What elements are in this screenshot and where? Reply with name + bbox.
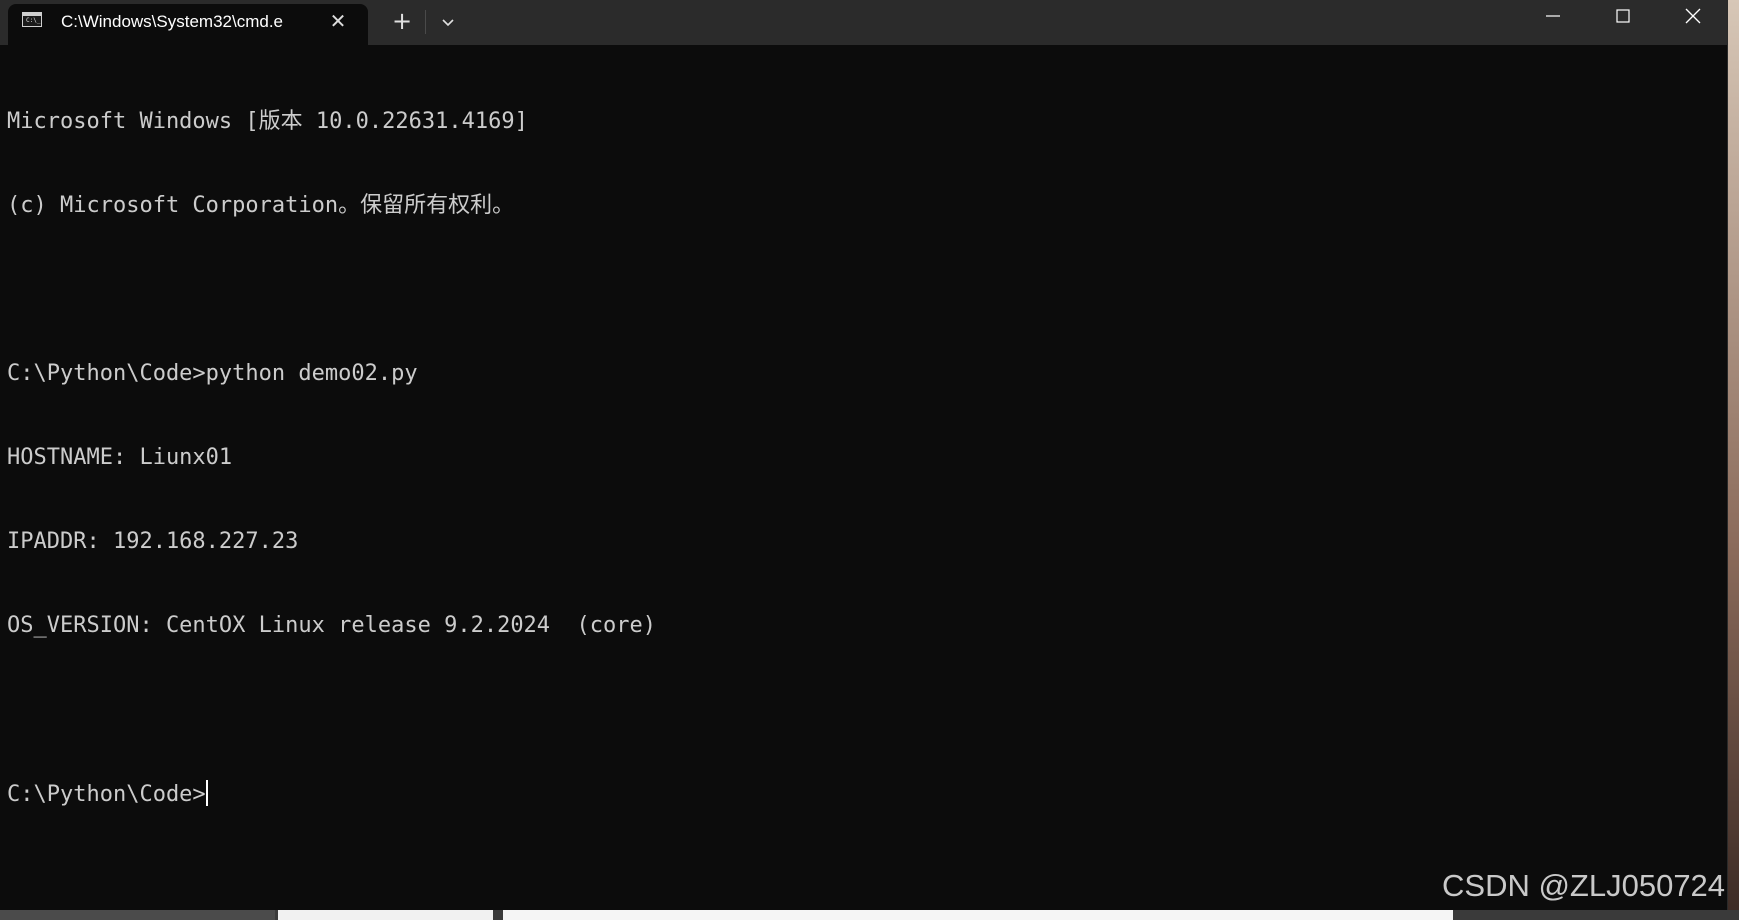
terminal-window: C:\_ C:\Windows\System32\cmd.e ✕ + Micro…: [0, 0, 1728, 910]
console-line: HOSTNAME: Liunx01: [7, 445, 233, 470]
title-bar[interactable]: C:\_ C:\Windows\System32\cmd.e ✕ +: [0, 0, 1727, 45]
close-tab-button[interactable]: ✕: [326, 9, 350, 33]
chevron-down-icon: [442, 19, 454, 27]
console-line: Microsoft Windows [版本 10.0.22631.4169]: [7, 109, 528, 134]
tab-dropdown-button[interactable]: [436, 10, 460, 34]
taskbar-edge: [0, 910, 1739, 920]
close-icon: [1685, 8, 1701, 24]
console-line: IPADDR: 192.168.227.23: [7, 529, 299, 554]
console-output[interactable]: Microsoft Windows [版本 10.0.22631.4169] (…: [7, 52, 1707, 864]
taskbar-segment: [503, 910, 1453, 920]
text-cursor: [205, 780, 208, 806]
taskbar-segment: [278, 910, 493, 920]
console-prompt-line[interactable]: C:\Python\Code>: [7, 780, 1707, 808]
console-line: OS_VERSION: CentOX Linux release 9.2.202…: [7, 613, 657, 638]
cmd-prompt-icon: C:\_: [22, 12, 42, 27]
console-line: C:\Python\Code>python demo02.py: [7, 361, 418, 386]
minimize-button[interactable]: [1518, 0, 1588, 32]
tab-title: C:\Windows\System32\cmd.e: [61, 12, 284, 31]
desktop-background-edge: [1728, 0, 1739, 920]
taskbar-segment: [0, 910, 275, 920]
minimize-icon: [1546, 15, 1560, 17]
new-tab-button[interactable]: +: [388, 8, 416, 36]
cmd-prompt-icon-text: C:\_: [26, 17, 41, 24]
console-prompt: C:\Python\Code>: [7, 782, 206, 807]
terminal-tab[interactable]: C:\_ C:\Windows\System32\cmd.e ✕: [8, 4, 368, 45]
watermark: CSDN @ZLJ050724: [1442, 868, 1726, 903]
maximize-button[interactable]: [1588, 0, 1658, 32]
close-window-button[interactable]: [1658, 0, 1728, 32]
console-line: (c) Microsoft Corporation。保留所有权利。: [7, 193, 515, 218]
tab-separator: [425, 10, 426, 34]
maximize-icon: [1616, 9, 1630, 23]
